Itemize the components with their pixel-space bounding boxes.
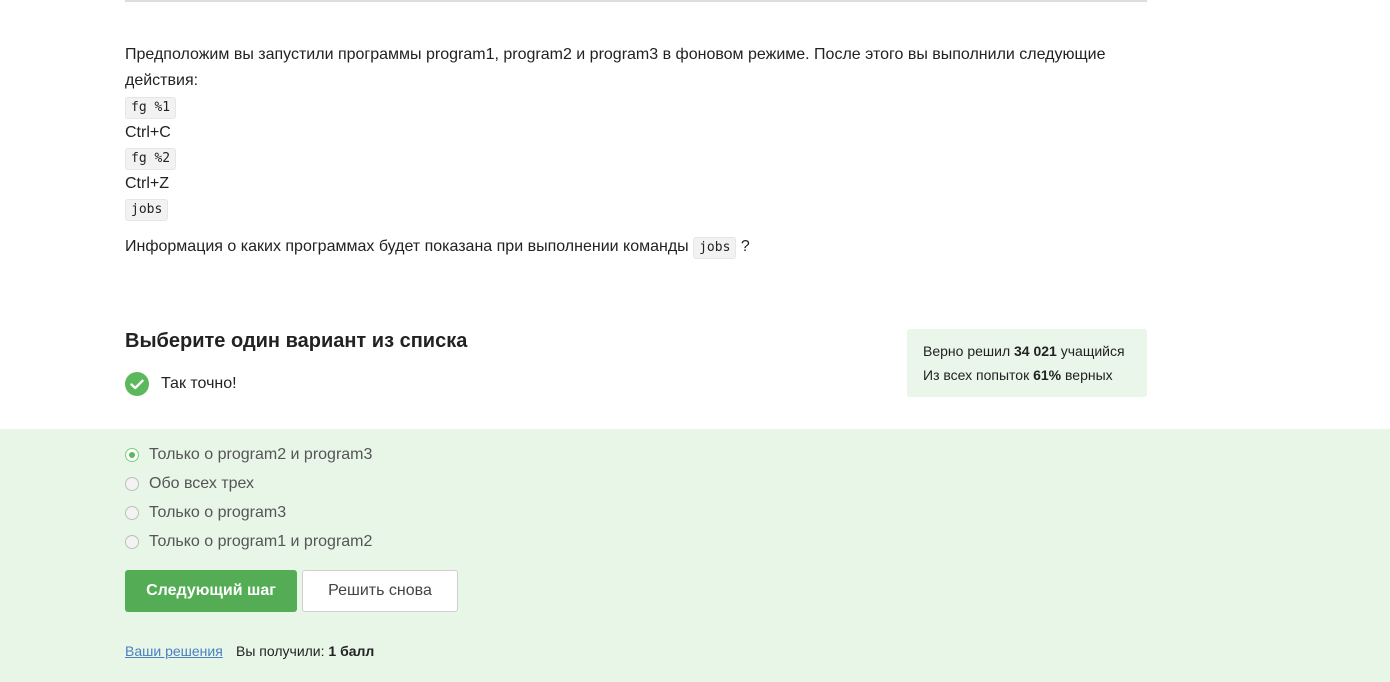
step-2: Ctrl+C: [125, 123, 171, 141]
code-snippet: fg %1: [125, 97, 177, 119]
option-label: Только о program2 и program3: [149, 446, 373, 463]
option-3[interactable]: Только о program3: [125, 504, 286, 522]
step-1: fg %1: [125, 94, 1147, 120]
feedback-correct: Так точно!: [125, 372, 237, 396]
question-body: Предположим вы запустили программы progr…: [125, 42, 1147, 261]
feedback-text: Так точно!: [161, 375, 237, 392]
code-snippet: fg %2: [125, 148, 177, 170]
stats-box: Верно решил 34 021 учащийся Из всех попы…: [907, 329, 1147, 397]
question-prompt: Информация о каких программах будет пока…: [125, 234, 1147, 261]
option-4[interactable]: Только о program1 и program2: [125, 533, 372, 551]
step-3: fg %2: [125, 145, 1147, 171]
score-text: Вы получили: 1 балл: [236, 643, 374, 659]
option-label: Только о program1 и program2: [149, 533, 373, 550]
score-value: 1 балл: [328, 643, 375, 659]
step-5: jobs: [125, 196, 1147, 222]
radio[interactable]: [125, 535, 139, 549]
prompt-end: ?: [740, 237, 750, 255]
check-icon: [125, 372, 149, 396]
question-intro: Предположим вы запустили программы progr…: [125, 46, 1106, 89]
stats-percent-prefix: Из всех попыток: [923, 367, 1030, 383]
stats-solved: Верно решил 34 021 учащийся: [923, 339, 1147, 363]
code-snippet: jobs: [693, 236, 737, 259]
stats-percent: Из всех попыток 61% верных: [923, 363, 1147, 387]
option-label: Только о program3: [149, 504, 287, 521]
quiz-heading: Выберите один вариант из списка: [125, 330, 468, 352]
radio[interactable]: [125, 506, 139, 520]
code-snippet: jobs: [125, 199, 169, 221]
top-divider: [125, 0, 1147, 2]
stats-solved-count: 34 021: [1014, 343, 1057, 359]
stats-percent-suffix: верных: [1065, 367, 1113, 383]
solve-again-button[interactable]: Решить снова: [302, 570, 458, 612]
stats-percent-value: 61%: [1033, 367, 1062, 383]
your-solutions-link[interactable]: Ваши решения: [125, 643, 223, 659]
prompt-text: Информация о каких программах будет пока…: [125, 237, 689, 255]
score-prefix: Вы получили:: [236, 643, 325, 659]
option-2[interactable]: Обо всех трех: [125, 475, 254, 493]
stats-solved-prefix: Верно решил: [923, 343, 1011, 359]
option-1[interactable]: Только о program2 и program3: [125, 446, 372, 464]
radio-selected[interactable]: [125, 448, 139, 462]
option-label: Обо всех трех: [149, 475, 255, 492]
stats-solved-suffix: учащийся: [1060, 343, 1125, 359]
next-step-button[interactable]: Следующий шаг: [125, 570, 297, 612]
step-4: Ctrl+Z: [125, 174, 169, 192]
radio[interactable]: [125, 477, 139, 491]
